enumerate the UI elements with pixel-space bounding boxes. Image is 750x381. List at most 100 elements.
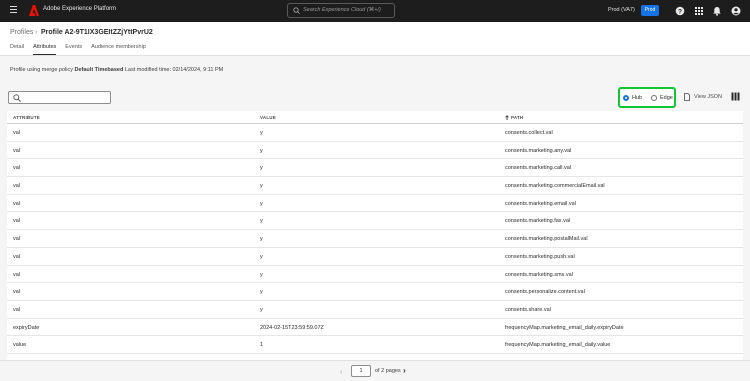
cell-value: y xyxy=(260,218,263,225)
top-nav-bar: Adobe Experience Platform Search Experie… xyxy=(0,0,750,22)
view-json-button[interactable]: View JSON xyxy=(684,93,722,101)
cell-path: consents.personalize.content.val xyxy=(505,289,585,296)
radio-hub[interactable]: Hub xyxy=(623,95,642,101)
cell-value: y xyxy=(260,130,263,136)
cell-value: y xyxy=(260,165,263,172)
attribute-filter-input[interactable] xyxy=(8,91,111,104)
page-number-input[interactable]: 1 xyxy=(351,365,371,377)
radio-hub-label: Hub xyxy=(632,95,643,101)
cell-attribute: val xyxy=(13,289,21,296)
column-header-value[interactable]: VALUE xyxy=(260,115,276,120)
column-header-path-label: PATH xyxy=(511,115,524,120)
tab-events[interactable]: Events xyxy=(65,44,82,55)
tab-list: Detail Attributes Events Audience member… xyxy=(10,44,155,55)
app-title: Adobe Experience Platform xyxy=(43,6,117,12)
table-row[interactable]: val y consents.marketing.push.val xyxy=(7,248,743,266)
cell-attribute: val xyxy=(13,147,21,154)
cell-attribute: val xyxy=(13,130,21,136)
global-search-input[interactable]: Search Experience Cloud (⌘+/) xyxy=(287,3,395,18)
cell-path: consents.marketing.call.val xyxy=(505,165,572,172)
table-row[interactable]: val y consents.share.val xyxy=(7,301,743,319)
column-settings-icon[interactable] xyxy=(731,92,740,101)
tab-attributes[interactable]: Attributes xyxy=(33,44,57,55)
hub-edge-radio-group: Hub Edge xyxy=(618,87,676,108)
cell-value: y xyxy=(260,236,263,243)
cell-path: consents.marketing.fax.val xyxy=(505,218,571,225)
cell-value: y xyxy=(260,271,263,278)
cell-path: frequencyMap.marketing_email_daily.value xyxy=(505,342,611,349)
next-page-icon[interactable]: › xyxy=(403,366,406,375)
cell-value: 2024-02-15T23:59:59.07Z xyxy=(260,324,324,331)
user-avatar-icon[interactable] xyxy=(731,6,741,16)
table-row[interactable]: val y consents.marketing.any.val xyxy=(7,142,743,160)
cell-path: consents.marketing.any.val xyxy=(505,147,572,154)
cell-path: consents.marketing.email.val xyxy=(505,200,576,207)
previous-page-icon[interactable]: ‹ xyxy=(340,367,343,376)
table-row[interactable]: val y consents.marketing.call.val xyxy=(7,159,743,178)
cell-value: 1 xyxy=(260,342,264,349)
cell-attribute: val xyxy=(13,253,21,260)
column-header-attribute[interactable]: ATTRIBUTE xyxy=(13,115,40,120)
adobe-logo xyxy=(29,5,39,16)
cell-path: frequencyMap.marketing_email_daily.expir… xyxy=(505,324,624,331)
table-row[interactable]: val y consents.marketing.email.val xyxy=(7,195,743,213)
table-row[interactable]: val y consents.marketing.fax.val xyxy=(7,212,743,231)
document-icon xyxy=(684,93,690,101)
cell-value: y xyxy=(260,306,263,313)
prod-badge[interactable]: Prod xyxy=(641,5,659,16)
table-row[interactable]: expiryDate 2024-02-15T23:59:59.07Z frequen… xyxy=(7,319,743,337)
cell-path: consents.marketing.postalMail.val xyxy=(505,236,588,243)
cell-value: y xyxy=(260,253,263,260)
table-body: val y consents.collect.val val y consents.mar… xyxy=(7,124,743,354)
radio-unselected-icon xyxy=(651,95,657,101)
cell-attribute: expiryDate xyxy=(13,324,40,331)
radio-selected-icon xyxy=(623,95,629,101)
tab-detail[interactable]: Detail xyxy=(10,44,24,55)
help-icon[interactable]: ? xyxy=(675,6,685,16)
cell-value: y xyxy=(260,289,263,296)
pagination: ‹ 1 of 2 pages › xyxy=(0,360,750,381)
view-json-label: View JSON xyxy=(694,94,723,100)
search-icon xyxy=(13,94,21,102)
apps-grid-icon[interactable] xyxy=(694,6,704,16)
table-row[interactable]: val y consents.marketing.postalMail.val xyxy=(7,230,743,248)
cell-attribute: value xyxy=(13,342,27,349)
merge-policy-info: Profile using merge policy Default Timeb… xyxy=(10,67,223,73)
sandbox-name[interactable]: Prod (VA7) xyxy=(608,7,635,13)
tab-audience-membership[interactable]: Audience membership xyxy=(91,44,146,55)
menu-icon[interactable] xyxy=(10,6,17,15)
radio-edge-label: Edge xyxy=(660,95,673,101)
table-row[interactable]: val y consents.collect.val xyxy=(7,124,743,142)
radio-edge[interactable]: Edge xyxy=(651,95,673,101)
table-header: ATTRIBUTE VALUE PATH xyxy=(7,111,743,124)
cell-attribute: val xyxy=(13,183,21,190)
page-count-label: of 2 pages xyxy=(375,368,401,374)
cell-path: consents.collect.val xyxy=(505,130,553,136)
cell-path: consents.marketing.push.val xyxy=(505,253,575,260)
cell-attribute: val xyxy=(13,236,21,243)
cell-attribute: val xyxy=(13,165,21,172)
cell-value: y xyxy=(260,147,263,154)
attributes-table: ATTRIBUTE VALUE PATH val y consents.collec… xyxy=(7,111,743,360)
table-row[interactable]: val y consents.marketing.commercialEmail.v… xyxy=(7,177,743,195)
cell-attribute: val xyxy=(13,218,21,225)
cell-path: consents.marketing.commercialEmail.val xyxy=(505,183,605,190)
table-row[interactable]: val y consents.marketing.sms.val xyxy=(7,266,743,284)
merge-policy-prefix: Profile using merge policy xyxy=(10,67,73,73)
merge-policy-name: Default Timebased xyxy=(74,67,124,73)
cell-path: consents.share.val xyxy=(505,306,551,313)
page-header: Profiles › Profile A2-9T1IX3GEItZZjYttPv… xyxy=(0,22,750,56)
cell-path: consents.marketing.sms.val xyxy=(505,271,573,278)
search-placeholder: Search Experience Cloud (⌘+/) xyxy=(303,7,381,13)
column-header-path[interactable]: PATH xyxy=(505,115,524,121)
breadcrumb-separator: › xyxy=(35,29,38,36)
table-row[interactable]: val y consents.personalize.content.val xyxy=(7,283,743,301)
breadcrumb-profiles[interactable]: Profiles xyxy=(10,29,33,36)
notifications-bell-icon[interactable] xyxy=(712,6,722,16)
cell-attribute: val xyxy=(13,271,21,278)
search-icon xyxy=(293,7,300,14)
sort-ascending-icon xyxy=(505,115,509,121)
cell-attribute: val xyxy=(13,306,21,313)
table-row[interactable]: value 1 frequencyMap.marketing_email_daily… xyxy=(7,336,743,354)
page-title: Profile A2-9T1IX3GEItZZjYttPvrU2 xyxy=(41,29,153,36)
